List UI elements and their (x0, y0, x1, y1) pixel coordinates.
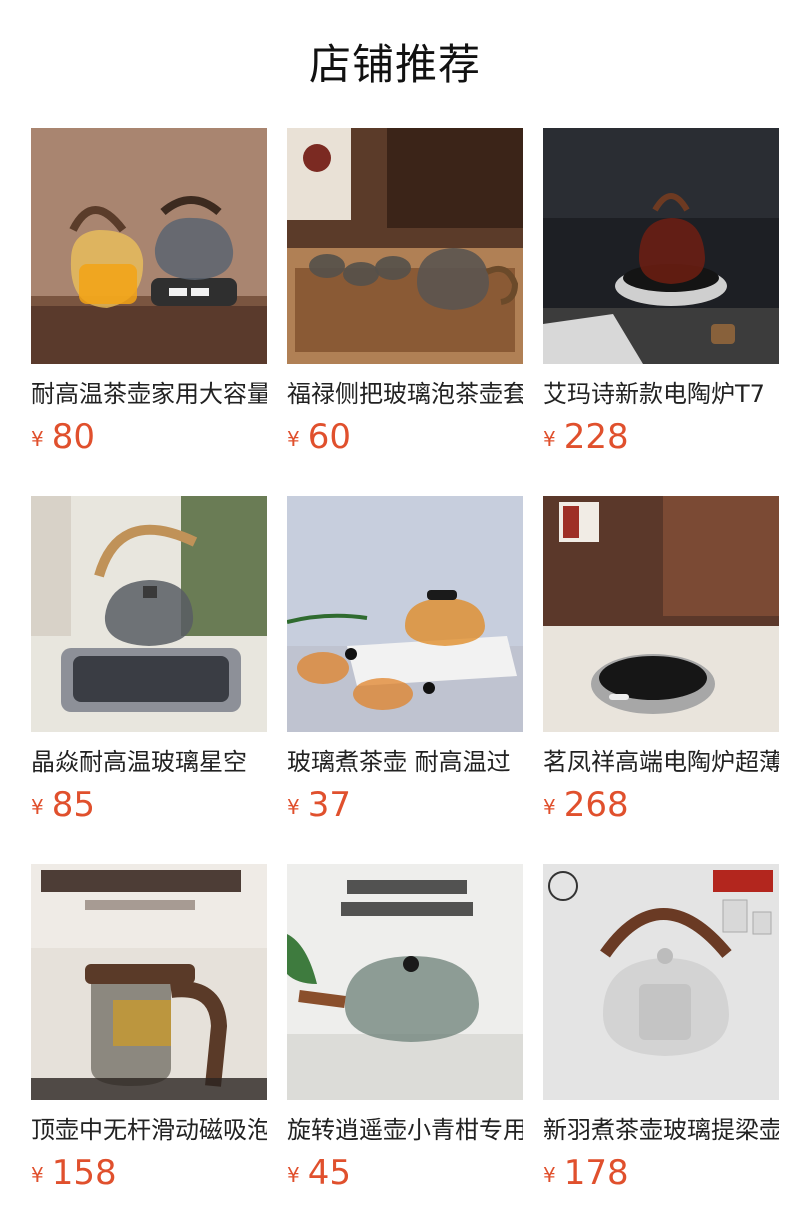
price-amount: 80 (51, 417, 95, 457)
product-card[interactable]: 玻璃煮茶壶 耐高温过 ¥37 (287, 496, 523, 836)
price-amount: 37 (307, 785, 351, 825)
product-name[interactable]: 耐高温茶壶家用大容量 (31, 376, 267, 412)
product-name[interactable]: 福禄侧把玻璃泡茶壶套 (287, 376, 523, 412)
currency-symbol: ¥ (31, 1163, 44, 1187)
product-name[interactable]: 顶壶中无杆滑动磁吸泡 (31, 1112, 267, 1148)
product-name[interactable]: 茗凤祥高端电陶炉超薄 (543, 744, 779, 780)
currency-symbol: ¥ (543, 427, 556, 451)
product-price: ¥228 (543, 415, 629, 459)
product-price: ¥158 (31, 1151, 117, 1195)
currency-symbol: ¥ (31, 427, 44, 451)
price-amount: 60 (307, 417, 351, 457)
kettle-on-mirror-stove-image[interactable] (31, 496, 267, 732)
product-thumbnail-icon (287, 496, 523, 732)
product-thumbnail-icon (287, 128, 523, 364)
product-thumbnail-icon (543, 864, 779, 1100)
price-amount: 158 (51, 1153, 117, 1193)
product-thumbnail-icon (543, 128, 779, 364)
currency-symbol: ¥ (31, 795, 44, 819)
currency-symbol: ¥ (543, 795, 556, 819)
product-price: ¥45 (287, 1151, 351, 1195)
product-card[interactable]: 艾玛诗新款电陶炉T7 ¥228 (543, 128, 779, 468)
price-amount: 268 (563, 785, 629, 825)
product-name[interactable]: 晶焱耐高温玻璃星空 (31, 744, 267, 780)
product-card[interactable]: 顶壶中无杆滑动磁吸泡 ¥158 (31, 864, 267, 1204)
price-amount: 85 (51, 785, 95, 825)
currency-symbol: ¥ (287, 1163, 300, 1187)
round-electric-stove-image[interactable] (543, 496, 779, 732)
product-card[interactable]: 旋转逍遥壶小青柑专用 ¥45 (287, 864, 523, 1204)
rotating-glass-teapot-image[interactable] (287, 864, 523, 1100)
product-price: ¥37 (287, 783, 351, 827)
product-name[interactable]: 新羽煮茶壶玻璃提梁壶 (543, 1112, 779, 1148)
product-name[interactable]: 艾玛诗新款电陶炉T7 (543, 376, 779, 412)
glass-teapot-and-stove-image[interactable] (31, 128, 267, 364)
price-amount: 45 (307, 1153, 351, 1193)
glass-teapot-set-image[interactable] (287, 128, 523, 364)
magnetic-tea-maker-image[interactable] (31, 864, 267, 1100)
product-card[interactable]: 福禄侧把玻璃泡茶壶套 ¥60 (287, 128, 523, 468)
product-price: ¥85 (31, 783, 95, 827)
product-card[interactable]: 茗凤祥高端电陶炉超薄 ¥268 (543, 496, 779, 836)
currency-symbol: ¥ (287, 795, 300, 819)
price-amount: 228 (563, 417, 629, 457)
product-thumbnail-icon (31, 128, 267, 364)
currency-symbol: ¥ (543, 1163, 556, 1187)
product-price: ¥60 (287, 415, 351, 459)
product-grid: 耐高温茶壶家用大容量 ¥80 福禄侧把玻璃泡茶壶套 ¥ 60 艾玛诗新款电陶炉T… (31, 128, 790, 1232)
product-name[interactable]: 玻璃煮茶壶 耐高温过 (287, 744, 523, 780)
product-thumbnail-icon (287, 864, 523, 1100)
product-thumbnail-icon (543, 496, 779, 732)
product-thumbnail-icon (31, 864, 267, 1100)
price-amount: 178 (563, 1153, 629, 1193)
glass-teapot-and-cups-image[interactable] (287, 496, 523, 732)
product-card[interactable]: 耐高温茶壶家用大容量 ¥80 (31, 128, 267, 468)
product-price: ¥80 (31, 415, 95, 459)
store-recommendations-page: 店铺推荐 耐高温茶壶家用大容量 ¥ 80 福禄侧把玻璃泡茶壶套 ¥ 60 艾玛诗… (0, 0, 790, 1232)
electric-ceramic-stove-image[interactable] (543, 128, 779, 364)
product-price: ¥268 (543, 783, 629, 827)
product-thumbnail-icon (31, 496, 267, 732)
product-price: ¥178 (543, 1151, 629, 1195)
glass-loop-handle-kettle-image[interactable] (543, 864, 779, 1100)
page-title: 店铺推荐 (308, 40, 481, 89)
product-card[interactable]: 新羽煮茶壶玻璃提梁壶 ¥178 (543, 864, 779, 1204)
product-name[interactable]: 旋转逍遥壶小青柑专用 (287, 1112, 523, 1148)
product-card[interactable]: 晶焱耐高温玻璃星空 ¥85 (31, 496, 267, 836)
currency-symbol: ¥ (287, 427, 300, 451)
